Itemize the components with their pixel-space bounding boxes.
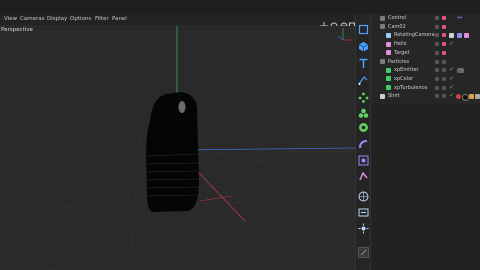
xp-icon	[386, 76, 391, 82]
layer-color-icon[interactable]	[442, 85, 446, 90]
viewport-camera-label[interactable]: Perspective	[1, 27, 33, 33]
object-name: Control	[388, 15, 407, 21]
layer-color-icon[interactable]	[442, 76, 446, 81]
visibility-dot-icon[interactable]	[435, 33, 439, 38]
camera-icon	[386, 32, 391, 38]
object-row-control[interactable]: Control ↔	[371, 14, 480, 23]
null-icon	[380, 15, 385, 21]
object-name: xpColor	[394, 75, 414, 82]
light-icon[interactable]	[358, 219, 369, 234]
enabled-check-icon[interactable]: ✓	[449, 75, 454, 82]
menu-cameras[interactable]: Cameras	[20, 14, 44, 25]
viewport-menubar: View Cameras Display Options Filter Pane…	[0, 14, 355, 30]
visibility-dot-icon[interactable]	[435, 50, 439, 55]
object-name: Shirt	[388, 93, 400, 100]
bend-deformer-icon[interactable]	[358, 135, 369, 149]
layer-color-icon[interactable]	[442, 16, 446, 20]
object-name: Target	[394, 49, 410, 56]
visibility-dot-icon[interactable]	[435, 94, 439, 99]
array-icon[interactable]	[358, 88, 369, 103]
rotate-view-icon[interactable]	[330, 15, 338, 30]
paint-tool-icon[interactable]	[358, 243, 369, 258]
tool-palette	[355, 14, 371, 270]
object-name: Helix	[394, 41, 407, 48]
object-row-cam02[interactable]: Cam02	[371, 23, 480, 32]
visibility-dot-icon[interactable]	[435, 42, 439, 47]
text-tool-icon[interactable]	[358, 54, 369, 68]
spline-icon	[386, 41, 391, 47]
layer-color-icon[interactable]	[442, 68, 446, 73]
visibility-dot-icon[interactable]	[435, 68, 439, 73]
field-force-icon[interactable]	[358, 167, 369, 181]
menu-options[interactable]: Options	[70, 14, 91, 25]
menu-view[interactable]: View	[4, 14, 17, 25]
enabled-check-icon[interactable]: ✓	[449, 92, 454, 99]
protection-tag-icon[interactable]	[457, 32, 462, 38]
object-row-xpturbulence[interactable]: xpTurbulence ✓	[371, 84, 480, 93]
enabled-check-icon[interactable]: ✓	[449, 40, 454, 47]
z-axis-line	[176, 147, 355, 151]
visibility-dot-icon[interactable]	[435, 59, 439, 64]
menu-panel[interactable]: Panel	[112, 14, 127, 25]
visibility-dot-icon[interactable]	[435, 16, 439, 20]
null-icon	[380, 59, 385, 64]
align-tag-icon[interactable]	[464, 32, 469, 38]
viewport-scene	[0, 26, 355, 270]
object-row-shirt[interactable]: Shirt ✓	[371, 92, 480, 101]
spline-icon	[386, 50, 391, 56]
object-row-target[interactable]: Target	[371, 49, 480, 58]
cube-icon[interactable]	[358, 37, 369, 52]
visibility-dot-icon[interactable]	[435, 24, 439, 29]
object-row-rotatingcamera[interactable]: RotatingCamera	[371, 31, 480, 40]
object-name: xpTurbulence	[394, 84, 428, 91]
object-row-xpemitter[interactable]: xpEmitter ✓	[371, 66, 480, 75]
layer-color-icon[interactable]	[442, 42, 446, 47]
cube-outline-icon[interactable]	[358, 20, 369, 35]
cloner-icon[interactable]	[358, 104, 369, 118]
tag-arrow-icon[interactable]: ↔	[457, 14, 462, 21]
perspective-viewport[interactable]: Perspective	[0, 26, 355, 270]
visibility-dot-icon[interactable]	[435, 85, 439, 90]
menu-filter[interactable]: Filter	[95, 14, 109, 25]
move-view-icon[interactable]	[320, 15, 328, 30]
layer-color-icon[interactable]	[442, 33, 446, 38]
x-axis-tick	[199, 195, 233, 202]
object-name: xpEmitter	[394, 67, 419, 74]
attributes-panel	[370, 104, 480, 270]
render-icon[interactable]	[358, 203, 369, 217]
target-tag-icon[interactable]	[449, 32, 454, 38]
layer-color-icon[interactable]	[442, 24, 446, 29]
material-tag-icon[interactable]	[457, 67, 464, 73]
spline-pen-icon[interactable]	[358, 71, 369, 85]
null-icon	[380, 24, 385, 30]
xp-icon	[386, 85, 391, 91]
zoom-view-icon[interactable]	[340, 15, 348, 30]
layer-color-icon[interactable]	[442, 50, 446, 55]
object-name: RotatingCamera	[394, 32, 435, 39]
enabled-check-icon[interactable]: ✓	[449, 84, 454, 91]
material-tag-red-icon[interactable]	[456, 93, 461, 99]
texture-tag-icon[interactable]	[475, 93, 480, 99]
object-row-particles[interactable]: Particles	[371, 58, 480, 67]
layer-color-icon[interactable]	[442, 94, 446, 99]
axis-gizmo	[337, 28, 352, 41]
menu-display[interactable]: Display	[47, 14, 67, 25]
globe-icon[interactable]	[358, 187, 369, 202]
scene-camera-icon[interactable]	[358, 151, 369, 166]
texture-tag-icon[interactable]	[469, 93, 474, 99]
polygon-icon	[380, 93, 385, 99]
object-name: Particles	[388, 58, 410, 65]
gear-deformer-icon[interactable]	[358, 118, 369, 132]
visibility-dot-icon[interactable]	[435, 76, 439, 81]
material-tag-black-icon[interactable]	[462, 93, 469, 101]
enabled-check-icon[interactable]: ✓	[449, 66, 454, 73]
object-row-helix[interactable]: Helix ✓	[371, 40, 480, 49]
object-manager: Control ↔ Cam02 RotatingCamera Helix ✓ T…	[370, 14, 480, 104]
object-row-xpcolor[interactable]: xpColor ✓	[371, 75, 480, 84]
object-name: Cam02	[388, 23, 406, 30]
shirt-mesh[interactable]	[146, 92, 200, 212]
layer-color-icon[interactable]	[442, 59, 446, 64]
emitter-icon	[386, 67, 391, 73]
